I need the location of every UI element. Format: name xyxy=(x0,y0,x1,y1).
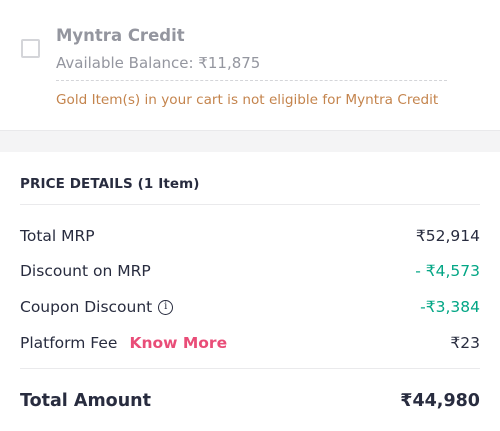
row-value: -₹3,384 xyxy=(420,298,480,316)
row-label: Platform Fee xyxy=(20,334,118,352)
total-label: Total Amount xyxy=(20,391,151,411)
platform-fee-row: Platform Fee Know More ₹23 xyxy=(20,331,480,355)
credit-warning: Gold Item(s) in your cart is not eligibl… xyxy=(56,92,439,108)
total-value: ₹44,980 xyxy=(400,391,480,411)
row-label: Total MRP xyxy=(20,227,95,245)
divider xyxy=(20,368,480,369)
info-icon[interactable]: i xyxy=(158,299,174,315)
row-value: - ₹4,573 xyxy=(415,262,480,280)
myntra-credit-checkbox[interactable] xyxy=(21,39,40,58)
myntra-credit-card: Myntra Credit Available Balance: ₹11,875… xyxy=(0,0,500,131)
price-details-heading: PRICE DETAILS (1 Item) xyxy=(20,176,200,192)
credit-balance: Available Balance: ₹11,875 xyxy=(56,54,261,72)
discount-mrp-row: Discount on MRP - ₹4,573 xyxy=(20,259,480,283)
total-mrp-row: Total MRP ₹52,914 xyxy=(20,224,480,248)
divider xyxy=(20,204,480,205)
row-value: ₹23 xyxy=(450,334,480,352)
divider xyxy=(56,80,447,81)
row-label: Coupon Discount xyxy=(20,298,153,316)
row-label: Discount on MRP xyxy=(20,262,151,280)
total-amount-row: Total Amount ₹44,980 xyxy=(20,388,480,414)
row-value: ₹52,914 xyxy=(415,227,480,245)
know-more-link[interactable]: Know More xyxy=(129,334,227,352)
price-details-card: PRICE DETAILS (1 Item) Total MRP ₹52,914… xyxy=(0,152,500,431)
coupon-discount-row: Coupon Discount i -₹3,384 xyxy=(20,295,480,319)
credit-title: Myntra Credit xyxy=(56,26,185,45)
